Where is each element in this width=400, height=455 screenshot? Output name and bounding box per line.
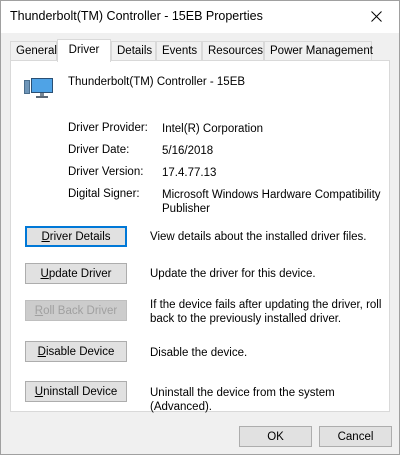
roll-back-driver-button-label: Roll Back Driver bbox=[34, 304, 118, 317]
driver-provider-value: Intel(R) Corporation bbox=[162, 123, 263, 135]
uninstall-device-button-label: Uninstall Device bbox=[34, 385, 118, 398]
driver-version-label: Driver Version: bbox=[68, 166, 144, 178]
properties-window: Thunderbolt(TM) Controller - 15EB Proper… bbox=[0, 0, 400, 455]
roll-back-driver-button[interactable]: Roll Back Driver bbox=[25, 300, 127, 321]
driver-date-label: Driver Date: bbox=[68, 144, 130, 156]
driver-date-value: 5/16/2018 bbox=[162, 145, 214, 157]
tab-driver[interactable]: Driver bbox=[57, 39, 111, 62]
disable-device-button[interactable]: Disable Device bbox=[25, 341, 127, 362]
digital-signer-label: Digital Signer: bbox=[68, 188, 140, 200]
uninstall-device-description: Uninstall the device from the system (Ad… bbox=[150, 387, 335, 413]
device-name: Thunderbolt(TM) Controller - 15EB bbox=[68, 76, 246, 88]
window-title: Thunderbolt(TM) Controller - 15EB Proper… bbox=[10, 9, 263, 23]
title-bar[interactable]: Thunderbolt(TM) Controller - 15EB Proper… bbox=[1, 1, 399, 33]
tab-resources[interactable]: Resources bbox=[202, 41, 264, 61]
driver-version-value: 17.4.77.13 bbox=[162, 167, 217, 179]
tab-power-management[interactable]: Power Management bbox=[264, 41, 373, 61]
close-button[interactable] bbox=[353, 1, 399, 32]
driver-provider-label: Driver Provider: bbox=[68, 122, 148, 134]
cancel-button[interactable]: Cancel bbox=[319, 426, 392, 447]
update-driver-description: Update the driver for this device. bbox=[150, 268, 316, 280]
tab-general[interactable]: General bbox=[10, 41, 57, 61]
uninstall-device-button[interactable]: Uninstall Device bbox=[25, 381, 127, 402]
roll-back-driver-description: If the device fails after updating the d… bbox=[150, 299, 382, 325]
update-driver-button-label: Update Driver bbox=[40, 267, 112, 280]
driver-details-button[interactable]: Driver Details bbox=[25, 226, 127, 247]
driver-details-description: View details about the installed driver … bbox=[150, 231, 367, 243]
update-driver-button[interactable]: Update Driver bbox=[25, 263, 127, 284]
close-icon bbox=[370, 11, 382, 22]
tab-details[interactable]: Details bbox=[111, 41, 156, 61]
ok-button[interactable]: OK bbox=[239, 426, 312, 447]
driver-tab-panel: Thunderbolt(TM) Controller - 15EB Driver… bbox=[10, 60, 390, 413]
disable-device-button-label: Disable Device bbox=[37, 345, 115, 358]
tab-events[interactable]: Events bbox=[156, 41, 202, 61]
tab-strip: General Driver Details Events Resources … bbox=[10, 39, 390, 62]
monitor-device-icon bbox=[24, 78, 53, 98]
digital-signer-value: Microsoft Windows Hardware Compatibility… bbox=[162, 189, 381, 215]
disable-device-description: Disable the device. bbox=[150, 347, 248, 359]
driver-details-button-label: Driver Details bbox=[41, 230, 111, 243]
